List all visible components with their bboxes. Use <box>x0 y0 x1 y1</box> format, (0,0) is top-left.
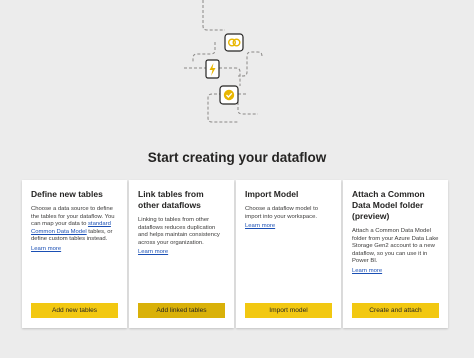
card-title: Link tables from other dataflows <box>138 189 204 210</box>
card-description: Choose a data source to define the table… <box>31 206 118 244</box>
lightning-node <box>205 59 220 79</box>
learn-more-link[interactable]: Learn more <box>245 223 332 229</box>
check-node <box>219 85 239 105</box>
check-icon <box>223 89 235 101</box>
add-linked-tables-button[interactable]: Add linked tables <box>138 303 225 318</box>
card-attach-cdm-folder: Attach a Common Data Model folder (previ… <box>343 180 448 328</box>
card-description: Choose a dataflow model to import into y… <box>245 206 319 220</box>
card-link-tables: Link tables from other dataflows Linking… <box>129 180 234 328</box>
card-description: Attach a Common Data Model folder from y… <box>352 228 439 265</box>
add-new-tables-button[interactable]: Add new tables <box>31 303 118 318</box>
card-import-model: Import Model Choose a dataflow model to … <box>236 180 341 328</box>
learn-more-link[interactable]: Learn more <box>352 268 439 274</box>
dataflow-illustration <box>184 0 263 123</box>
link-node <box>224 33 244 52</box>
card-title: Define new tables <box>31 189 103 199</box>
card-title: Attach a Common Data Model folder (previ… <box>352 189 425 221</box>
card-description: Linking to tables from other dataflows r… <box>138 217 220 246</box>
learn-more-link[interactable]: Learn more <box>31 246 118 252</box>
card-title: Import Model <box>245 189 299 199</box>
learn-more-link[interactable]: Learn more <box>138 249 225 255</box>
card-define-new-tables: Define new tables Choose a data source t… <box>22 180 127 328</box>
page-title: Start creating your dataflow <box>147 150 327 165</box>
import-model-button[interactable]: Import model <box>245 303 332 318</box>
create-and-attach-button[interactable]: Create and attach <box>352 303 439 318</box>
